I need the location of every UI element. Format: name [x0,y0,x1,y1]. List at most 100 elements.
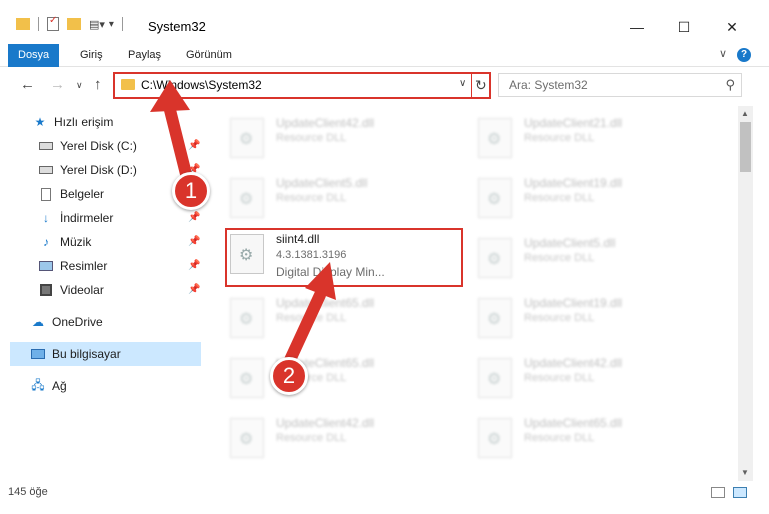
file-item[interactable]: UpdateClient19.dll Resource DLL [458,292,698,346]
dll-file-icon [230,358,264,398]
file-item[interactable]: UpdateClient21.dll Resource DLL [458,112,698,166]
sidebar-item-onedrive[interactable]: ☁ OneDrive [30,311,103,333]
pin-icon[interactable]: 📌 [188,284,200,295]
sidebar-item-local-disk-c[interactable]: Yerel Disk (C:) [38,135,137,157]
computer-icon [30,347,46,361]
file-item[interactable]: UpdateClient42.dll Resource DLL [458,352,698,406]
dll-file-icon [478,118,512,158]
sidebar-item-label: Resimler [60,259,108,273]
file-item[interactable]: UpdateClient5.dll Resource DLL [458,232,698,286]
dll-file-icon [230,298,264,338]
pin-icon[interactable]: 📌 [188,236,200,247]
sidebar-item-label: Yerel Disk (C:) [60,139,137,153]
file-name: UpdateClient21.dll [524,116,623,130]
sidebar-item-downloads[interactable]: ↓ İndirmeler [38,207,113,229]
dll-file-icon [478,298,512,338]
sidebar-item-label: Hızlı erişim [54,115,114,129]
close-button[interactable]: ✕ [709,12,755,42]
large-icons-view-icon[interactable] [733,487,747,498]
file-item[interactable]: UpdateClient65.dll Resource DLL [210,292,450,346]
sidebar-item-label: Bu bilgisayar [52,347,121,361]
pin-icon[interactable]: 📌 [188,140,200,151]
dll-file-icon [478,418,512,458]
pictures-icon [38,259,54,273]
sidebar-item-documents[interactable]: Belgeler [38,183,104,205]
minimize-button[interactable]: — [614,12,660,42]
scroll-down-icon[interactable]: ▼ [741,468,749,477]
sidebar-item-this-pc[interactable]: Bu bilgisayar [30,343,121,365]
file-description: Resource DLL [524,252,595,264]
sidebar-item-network[interactable]: 🖧 Ağ [30,375,67,397]
sidebar-item-label: Ağ [52,379,67,393]
dll-file-icon [478,178,512,218]
file-description: Resource DLL [276,132,347,144]
vertical-scrollbar[interactable]: ▲ ▼ [738,106,753,481]
address-bar[interactable]: C:\Windows\System32 ∨ ↻ [113,72,491,99]
tab-home[interactable]: Giriş [80,44,103,67]
drive-icon [38,163,54,177]
file-description: Resource DLL [524,192,595,204]
scroll-thumb[interactable] [740,122,751,172]
video-icon [38,283,54,297]
item-count: 145 öğe [8,486,48,498]
pin-icon[interactable]: 📌 [188,212,200,223]
sidebar-item-label: İndirmeler [60,211,114,225]
maximize-button[interactable]: ☐ [661,12,707,42]
file-description: Resource DLL [524,312,595,324]
file-item[interactable]: UpdateClient65.dll Resource DLL [458,412,698,466]
search-input[interactable]: Ara: System32 [509,78,588,92]
forward-arrow-icon[interactable]: → [50,76,65,93]
cloud-icon: ☁ [32,315,44,329]
file-description: Resource DLL [276,192,347,204]
quick-access-toolbar: ✓ ▤▾ ▾ [16,14,123,34]
pin-icon[interactable]: 📌 [188,260,200,271]
file-name: UpdateClient19.dll [524,176,623,190]
chevron-down-icon[interactable]: ▾ [109,19,114,30]
sidebar-item-pictures[interactable]: Resimler [38,255,107,277]
chevron-down-icon[interactable]: ∨ [459,78,466,89]
star-icon: ★ [34,115,46,129]
search-icon[interactable]: ⚲ [725,77,735,93]
refresh-icon[interactable]: ↻ [475,77,487,94]
scroll-up-icon[interactable]: ▲ [741,109,749,118]
step-badge-2: 2 [270,357,308,395]
tab-file[interactable]: Dosya [8,44,60,67]
file-item[interactable]: UpdateClient65.dll Resource DLL [210,352,450,406]
file-item[interactable]: UpdateClient42.dll Resource DLL [210,112,450,166]
properties-icon[interactable]: ✓ [47,15,59,31]
tab-view[interactable]: Görünüm [186,44,232,67]
window-title: System32 [148,19,206,34]
details-view-icon[interactable] [711,487,725,498]
expand-ribbon-icon[interactable]: ∨ [719,47,727,60]
file-item[interactable]: UpdateClient19.dll Resource DLL [458,172,698,226]
search-box[interactable]: Ara: System32 ⚲ [498,73,742,97]
help-icon[interactable]: ? [737,48,751,62]
sidebar-item-label: OneDrive [52,315,103,329]
file-item[interactable]: UpdateClient5.dll Resource DLL [210,172,450,226]
divider [121,17,123,31]
recent-locations-icon[interactable]: ∨ [76,80,83,91]
document-icon [38,187,54,201]
file-item[interactable]: UpdateClient42.dll Resource DLL [210,412,450,466]
file-name: UpdateClient42.dll [276,416,375,430]
divider [471,74,472,97]
navigation-pane: ★ Hızlı erişim Yerel Disk (C:) Yerel Dis… [0,106,210,481]
sidebar-item-videos[interactable]: Videolar [38,279,104,301]
sidebar-item-music[interactable]: ♪ Müzik [38,231,91,253]
back-arrow-icon[interactable]: ← [20,76,35,93]
sidebar-item-local-disk-d[interactable]: Yerel Disk (D:) [38,159,137,181]
drive-icon [38,139,54,153]
address-path[interactable]: C:\Windows\System32 [141,78,262,92]
sidebar-item-label: Videolar [60,283,104,297]
sidebar-item-quick-access[interactable]: ★ Hızlı erişim [32,111,114,133]
tab-share[interactable]: Paylaş [128,44,161,67]
file-name: UpdateClient42.dll [524,356,623,370]
customize-icon[interactable]: ▤▾ [89,18,105,31]
new-folder-icon[interactable] [67,18,81,30]
status-bar: 145 öğe [0,481,769,503]
ribbon-tabs: Dosya Giriş Paylaş Görünüm ∨ ? [0,44,769,67]
folder-icon[interactable] [16,18,30,30]
up-arrow-icon[interactable]: ↑ [94,76,102,93]
folder-icon [121,79,135,90]
step-badge-1: 1 [172,172,210,210]
